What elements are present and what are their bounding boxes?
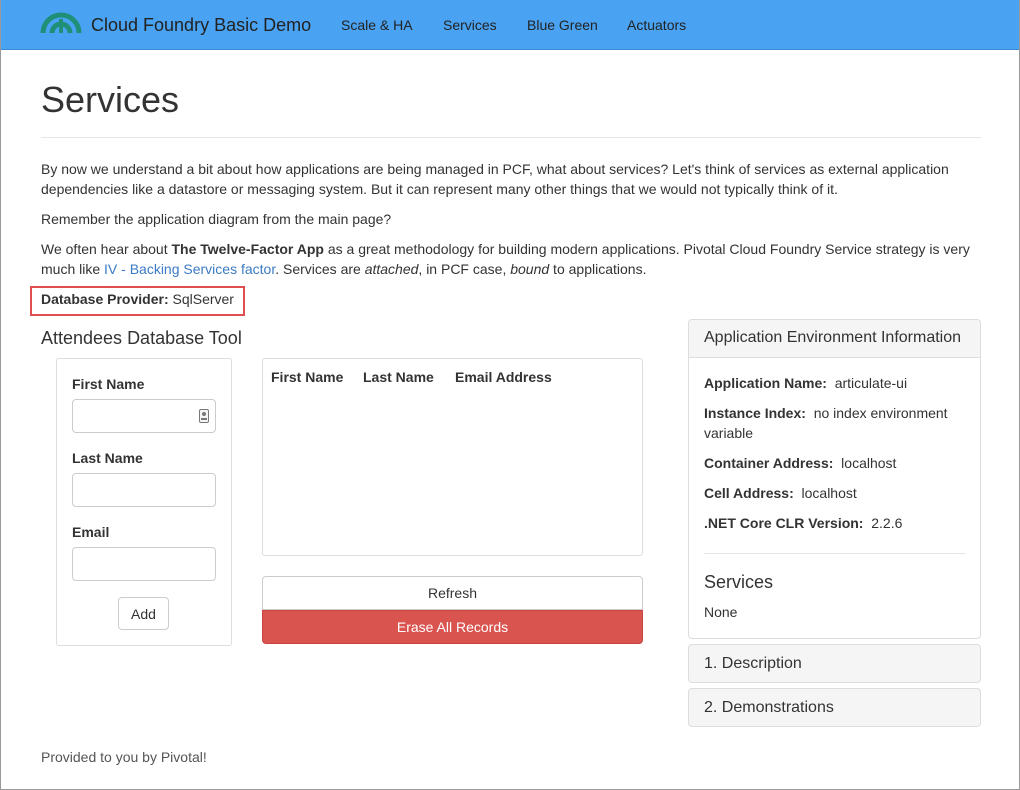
env-instance-index: Instance Index: no index environment var… — [704, 403, 966, 443]
attendees-table — [262, 358, 643, 556]
column-header-email: Email Address — [455, 369, 552, 385]
add-button[interactable]: Add — [118, 597, 169, 630]
twelve-factor-bold: The Twelve-Factor App — [171, 241, 324, 257]
attached-emphasis: attached — [364, 261, 419, 277]
env-value: localhost — [801, 485, 857, 501]
nav-scale-ha[interactable]: Scale & HA — [341, 17, 413, 33]
environment-info-heading: Application Environment Information — [689, 320, 980, 358]
contact-card-icon[interactable] — [199, 409, 209, 423]
env-value: localhost — [841, 455, 897, 471]
env-cell-address: Cell Address: localhost — [704, 483, 966, 503]
top-navbar: Cloud Foundry Basic Demo Scale & HA Serv… — [1, 0, 1019, 50]
diagram-paragraph: Remember the application diagram from th… — [41, 211, 392, 227]
erase-all-records-button[interactable]: Erase All Records — [262, 610, 643, 644]
env-label: Cell Address: — [704, 485, 794, 501]
column-header-last-name: Last Name — [363, 369, 434, 385]
provider-value: SqlServer — [172, 291, 234, 307]
nav-actuators[interactable]: Actuators — [627, 17, 686, 33]
column-header-first-name: First Name — [271, 369, 344, 385]
env-label: Application Name: — [704, 375, 827, 391]
accordion-demonstrations[interactable]: 2. Demonstrations — [688, 688, 981, 727]
accordion-demonstrations-label: 2. Demonstrations — [704, 699, 834, 716]
accordion-description-label: 1. Description — [704, 655, 802, 672]
page-title: Services — [41, 79, 180, 120]
accordion-description[interactable]: 1. Description — [688, 644, 981, 683]
env-clr-version: .NET Core CLR Version: 2.2.6 — [704, 513, 966, 533]
twelve-factor-paragraph: We often hear about The Twelve-Factor Ap… — [41, 239, 986, 279]
last-name-input[interactable] — [72, 473, 216, 507]
services-subheading: Services — [704, 572, 774, 592]
environment-divider — [704, 553, 966, 554]
nav-services[interactable]: Services — [443, 17, 497, 33]
env-container-address: Container Address: localhost — [704, 453, 966, 473]
env-value: 2.2.6 — [871, 515, 903, 531]
nav-blue-green[interactable]: Blue Green — [527, 17, 598, 33]
para3-text: We often hear about — [41, 241, 172, 257]
services-value: None — [704, 604, 738, 620]
intro-paragraph: By now we understand a bit about how app… — [41, 161, 949, 197]
email-label: Email — [72, 524, 110, 540]
para3-text: , in PCF case, — [418, 261, 511, 277]
brand-link[interactable]: Cloud Foundry Basic Demo — [91, 15, 311, 36]
environment-info-title: Application Environment Information — [704, 329, 962, 346]
env-label: .NET Core CLR Version: — [704, 515, 864, 531]
email-input[interactable] — [72, 547, 216, 581]
first-name-input[interactable] — [72, 399, 216, 433]
refresh-button[interactable]: Refresh — [262, 576, 643, 610]
footer-text: Provided to you by Pivotal! — [41, 749, 207, 765]
bound-emphasis: bound — [510, 261, 550, 277]
database-provider: Database Provider: SqlServer — [41, 291, 234, 308]
cloud-foundry-logo-icon[interactable] — [39, 5, 83, 37]
first-name-label: First Name — [72, 376, 145, 392]
tool-title: Attendees Database Tool — [41, 328, 242, 348]
para3-text: to applications. — [549, 261, 647, 277]
title-divider — [41, 137, 981, 138]
env-label: Instance Index: — [704, 405, 806, 421]
env-app-name: Application Name: articulate-ui — [704, 373, 966, 393]
provider-label: Database Provider: — [41, 291, 169, 307]
last-name-label: Last Name — [72, 450, 143, 466]
backing-services-link[interactable]: IV - Backing Services factor — [104, 261, 275, 277]
env-value: articulate-ui — [834, 375, 908, 391]
env-label: Container Address: — [704, 455, 834, 471]
para3-text: . Services are — [275, 261, 365, 277]
